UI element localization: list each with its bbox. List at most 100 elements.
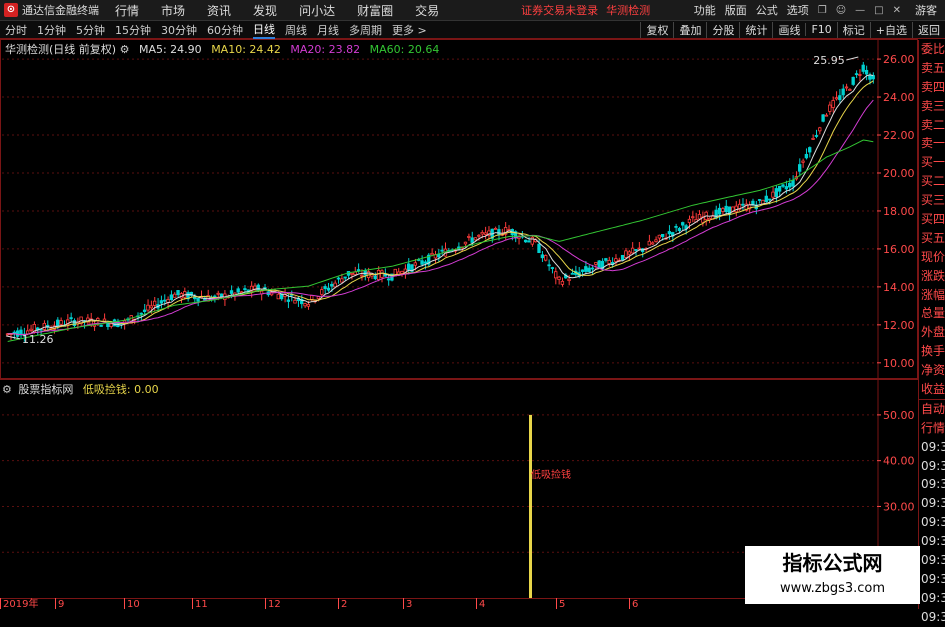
candle-body xyxy=(861,64,865,72)
candle-body xyxy=(530,236,534,245)
candle-body xyxy=(570,272,575,275)
candle-body xyxy=(828,104,832,112)
candlesticks xyxy=(5,61,875,342)
sub-gear-icon[interactable]: ⚙ xyxy=(2,383,12,396)
time-tick-label: 10 xyxy=(127,599,140,609)
tick-list-item: 09:3 xyxy=(921,496,945,511)
sub-tick-label: 50.00 xyxy=(883,409,915,422)
quote-side-panel: 委比 卖五 卖四 卖三 卖二 卖一 买一 买二 买三 买四 买五 现价 涨跌 涨幅 总量 外盘 换手 净资 收益 自… xyxy=(918,40,945,624)
candle-body xyxy=(493,227,498,230)
price-tick-label: 26.00 xyxy=(883,53,915,66)
quote-field-17: 净资 xyxy=(921,363,945,378)
candle-body xyxy=(276,293,280,300)
candle-body xyxy=(353,271,357,275)
quote-field-12: 涨跌 xyxy=(921,268,945,283)
sub-tick-label: 30.00 xyxy=(883,500,915,513)
candle-body xyxy=(293,299,297,304)
candle-body xyxy=(146,304,150,311)
site-watermark: 指标公式网 www.zbgs3.com xyxy=(745,546,920,604)
ma5-label: MA5: 24.90 xyxy=(138,43,202,56)
candle-body xyxy=(818,127,822,132)
candle-body xyxy=(607,260,611,264)
quote-field-8: 买三 xyxy=(921,193,945,208)
candle-body xyxy=(286,299,290,302)
high-price-annotation: 25.95 xyxy=(813,54,845,67)
tick-list-item: 09:3 xyxy=(921,590,945,605)
price-annotations: 25.95 11.26 xyxy=(5,54,859,346)
candle-body xyxy=(594,262,598,265)
time-tick-label: 12 xyxy=(268,599,281,609)
tick-list-item: 09:3 xyxy=(921,477,945,492)
candle-body xyxy=(467,235,471,238)
quote-field-9: 买四 xyxy=(921,212,945,227)
time-tick-label: 2 xyxy=(341,599,347,609)
price-tick-label: 18.00 xyxy=(883,205,915,218)
candle-body xyxy=(323,286,327,289)
candle-body xyxy=(767,198,772,201)
time-tick-label: 2019年 xyxy=(3,597,38,609)
sub-chart-legend: ⚙ 股票指标网 低吸捡钱: 0.00 xyxy=(2,381,159,397)
main-frame xyxy=(0,39,918,379)
candle-body xyxy=(243,288,247,291)
candle-body xyxy=(69,317,73,320)
quote-field-1: 卖五 xyxy=(921,60,945,75)
candle-body xyxy=(848,88,852,91)
candle-body xyxy=(236,288,240,293)
time-tick-label: 11 xyxy=(195,599,208,609)
candle-body xyxy=(811,137,815,140)
candle-body xyxy=(29,328,33,331)
candle-body xyxy=(430,252,434,256)
tick-list-item[interactable]: 行情 xyxy=(919,419,945,438)
candle-body xyxy=(152,300,157,306)
candle-body xyxy=(687,218,692,223)
candle-body xyxy=(420,260,424,265)
candle-body xyxy=(540,254,545,259)
price-tick-label: 14.00 xyxy=(883,281,915,294)
candle-body xyxy=(15,330,20,337)
quote-field-2: 卖四 xyxy=(921,79,945,94)
candle-body xyxy=(373,275,377,280)
candle-body xyxy=(654,239,658,242)
settings-gear-icon[interactable]: ⚙ xyxy=(120,43,130,56)
candle-body xyxy=(99,324,103,327)
tick-list-item: 09:3 xyxy=(921,439,945,454)
price-tick-label: 12.00 xyxy=(883,319,915,332)
candle-body xyxy=(440,249,444,252)
kline-chart[interactable]: 25.95 11.26 低吸捡钱 26.00 24.00 22.00 20.00 18.0… xyxy=(0,0,918,609)
time-tick-label: 3 xyxy=(406,599,412,609)
quote-field-16: 换手 xyxy=(921,344,945,359)
candle-body xyxy=(714,209,718,219)
candle-body xyxy=(550,267,555,269)
candle-body xyxy=(580,269,585,272)
candle-body xyxy=(560,280,565,285)
candle-body xyxy=(771,191,775,198)
candle-body xyxy=(757,199,762,201)
candle-body xyxy=(56,319,60,327)
candle-body xyxy=(808,147,812,153)
candle-body xyxy=(724,205,728,213)
quote-field-14: 总量 xyxy=(921,306,945,321)
guest-label[interactable]: 游客 xyxy=(915,2,937,18)
candle-body xyxy=(196,297,200,302)
quote-field-7: 买二 xyxy=(921,174,945,189)
price-tick-label: 22.00 xyxy=(883,129,915,142)
candle-body xyxy=(620,254,625,261)
candle-body xyxy=(336,277,341,280)
watermark-url: www.zbgs3.com xyxy=(779,581,886,596)
candle-body xyxy=(791,179,795,187)
candle-body xyxy=(824,114,829,117)
candle-body xyxy=(844,86,849,89)
candle-body xyxy=(630,247,635,254)
tick-list-item: 09:3 xyxy=(921,458,945,473)
candle-body xyxy=(801,160,805,163)
candle-body xyxy=(721,208,725,212)
tick-list-item[interactable]: 自动 xyxy=(919,400,945,419)
candle-body xyxy=(229,290,234,294)
quote-field-5: 卖一 xyxy=(921,136,945,151)
candle-body xyxy=(831,100,835,108)
candle-body xyxy=(764,195,768,203)
candle-body xyxy=(584,266,588,272)
time-tick-label: 4 xyxy=(479,599,485,609)
candle-body xyxy=(437,253,441,258)
candle-body xyxy=(527,240,531,243)
